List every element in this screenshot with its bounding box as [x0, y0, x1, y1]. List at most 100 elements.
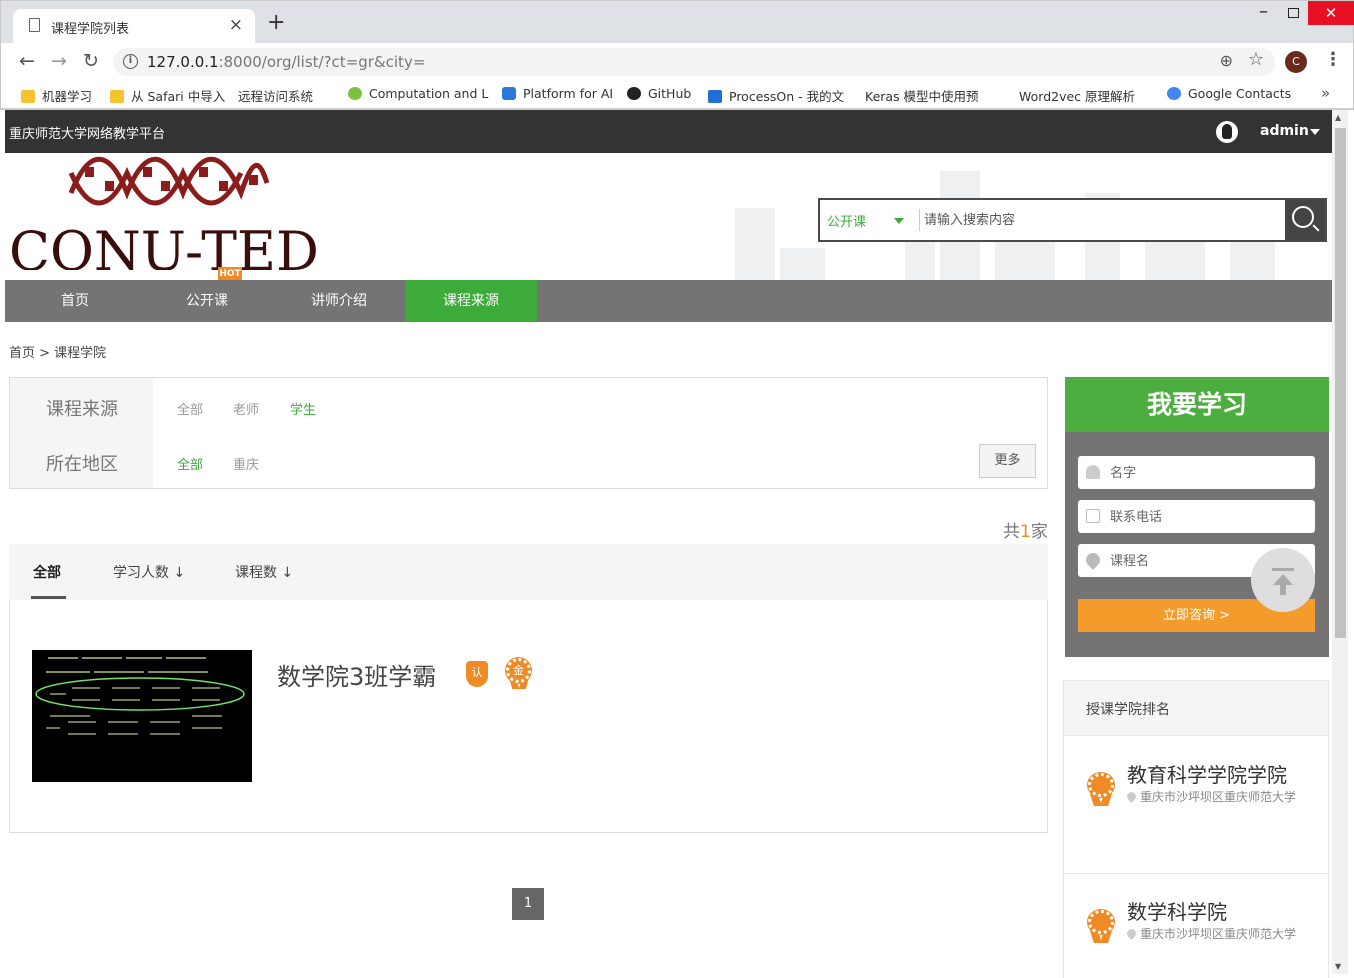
certified-badge-icon: 认: [466, 661, 488, 687]
sort-tab-courses[interactable]: 课程数 ↓: [235, 562, 293, 582]
bookmark-star-icon[interactable]: ☆: [1248, 49, 1264, 70]
bookmark-label: Word2vec 原理解析: [1019, 89, 1136, 104]
page-button-1[interactable]: 1: [512, 888, 544, 920]
page-icon: [29, 18, 40, 32]
active-tab-underline: [31, 596, 66, 599]
name-input[interactable]: [1110, 462, 1305, 484]
sort-tab-all[interactable]: 全部: [33, 562, 61, 582]
platform-name[interactable]: 重庆师范大学网络教学平台: [9, 123, 165, 142]
back-icon[interactable]: ←: [19, 51, 35, 71]
count-prefix: 共: [1003, 522, 1020, 542]
maximize-icon[interactable]: [1288, 8, 1299, 18]
cube-icon: [502, 87, 516, 100]
bookmark-label: 从 Safari 中导入: [131, 89, 226, 104]
filter-region-chongqing[interactable]: 重庆: [233, 454, 259, 473]
bookmark-item[interactable]: Google Contacts: [1167, 86, 1291, 101]
browser-tab[interactable]: 课程学院列表 ×: [13, 9, 255, 43]
page-scrollbar[interactable]: ▲ ▼: [1332, 110, 1348, 974]
main-nav: 首页 公开课 讲师介绍 课程来源: [5, 280, 1332, 322]
count-suffix: 家: [1030, 522, 1048, 542]
github-icon: [627, 87, 641, 100]
breadcrumb[interactable]: 首页 > 课程学院: [9, 342, 106, 361]
filter-labels: 课程来源 所在地区: [10, 378, 153, 488]
site-header: CQNU-TED HOT 公开课: [5, 153, 1332, 280]
search-input[interactable]: [924, 205, 1284, 235]
back-to-top-icon[interactable]: [1251, 548, 1315, 612]
bookmark-item[interactable]: ProcessOn - 我的文: [708, 86, 844, 105]
ranking-address-text: 重庆市沙坪坝区重庆师范大学: [1140, 790, 1297, 804]
filter-source-all[interactable]: 全部: [177, 399, 203, 418]
location-pin-icon: [1125, 790, 1138, 803]
bookmark-item[interactable]: 机器学习: [21, 86, 92, 105]
gold-badge-label: 金: [506, 658, 531, 683]
bookmark-label: Google Contacts: [1188, 86, 1292, 101]
bookmark-item[interactable]: Keras 模型中使用预: [865, 86, 979, 209]
menu-icon[interactable]: ⋮: [1324, 49, 1342, 70]
hot-badge: HOT: [218, 267, 242, 280]
learn-form-title: 我要学习: [1065, 377, 1329, 432]
close-window-icon[interactable]: ✕: [1308, 1, 1354, 25]
search-type-select[interactable]: 公开课: [827, 211, 866, 230]
ranking-college-name[interactable]: 数学科学院: [1127, 896, 1227, 925]
bookmark-item[interactable]: 从 Safari 中导入: [110, 86, 225, 105]
ranking-item[interactable]: 数学科学院 重庆市沙坪坝区重庆师范大学: [1064, 874, 1328, 978]
medal-icon: [1088, 910, 1114, 944]
scroll-up-icon[interactable]: ▲: [1335, 113, 1341, 122]
contacts-icon: [1167, 87, 1181, 100]
filter-region-all[interactable]: 全部: [177, 454, 203, 473]
zoom-icon[interactable]: ⊕: [1220, 51, 1233, 70]
profile-avatar[interactable]: C: [1285, 51, 1307, 73]
bookmark-item[interactable]: 远程访问系统: [238, 86, 313, 209]
dna-logo-graphic: CQNU-TED: [9, 157, 319, 270]
bookmark-item[interactable]: Platform for AI: [502, 86, 613, 101]
search-button[interactable]: [1285, 200, 1325, 240]
sort-bar: 全部 学习人数 ↓ 课程数 ↓: [9, 544, 1048, 600]
filter-label-source: 课程来源: [46, 399, 118, 420]
filter-source-teacher[interactable]: 老师: [233, 399, 259, 418]
nav-item-teachers[interactable]: 讲师介绍: [273, 280, 405, 322]
bookmark-label: Keras 模型中使用预: [865, 89, 979, 104]
info-icon[interactable]: i: [123, 54, 138, 69]
user-menu-caret-icon[interactable]: [1310, 129, 1320, 135]
browser-window: 课程学院列表 × + – ✕ ← → ↻ i 127.0.0.1:8000/or…: [0, 0, 1354, 209]
more-button[interactable]: 更多: [979, 444, 1036, 478]
name-field[interactable]: [1078, 456, 1315, 489]
username[interactable]: admin: [1260, 123, 1309, 139]
nav-item-home[interactable]: 首页: [9, 280, 141, 322]
bookmark-item[interactable]: Word2vec 原理解析: [1019, 86, 1136, 209]
sort-tab-learners[interactable]: 学习人数 ↓: [113, 562, 185, 582]
bookmark-item[interactable]: GitHub: [627, 86, 691, 101]
web-page: 重庆师范大学网络教学平台 admin CQNU-TED HOT 公开课 请输入搜…: [5, 110, 1332, 978]
new-tab-icon[interactable]: +: [267, 12, 285, 34]
bookmark-label: GitHub: [648, 86, 692, 101]
scroll-down-icon[interactable]: ▼: [1335, 962, 1341, 971]
phone-input[interactable]: [1110, 506, 1305, 528]
nav-item-public-courses[interactable]: 公开课: [141, 280, 273, 322]
more-bookmarks-icon[interactable]: »: [1321, 84, 1330, 102]
phone-field[interactable]: [1078, 500, 1315, 533]
folder-icon: [110, 90, 124, 103]
org-thumbnail[interactable]: [32, 650, 252, 782]
chevron-down-icon[interactable]: [894, 218, 904, 224]
nav-item-course-source[interactable]: 课程来源: [405, 280, 537, 322]
site-logo[interactable]: CQNU-TED: [9, 153, 319, 270]
browser-toolbar: ← → ↻ i 127.0.0.1:8000/org/list/?ct=gr&c…: [1, 43, 1353, 81]
scrollbar-thumb[interactable]: [1335, 128, 1346, 638]
count-number: 1: [1020, 522, 1031, 542]
reload-icon[interactable]: ↻: [83, 51, 99, 71]
ranking-college-name[interactable]: 教育科学学院学院: [1127, 759, 1287, 788]
close-tab-icon[interactable]: ×: [229, 15, 243, 35]
ranking-item[interactable]: 教育科学学院学院 重庆市沙坪坝区重庆师范大学: [1064, 737, 1328, 874]
minimize-icon[interactable]: –: [1259, 1, 1268, 22]
address-bar[interactable]: i 127.0.0.1:8000/org/list/?ct=gr&city= ⊕…: [113, 48, 1275, 76]
org-name[interactable]: 数学院3班学霸: [277, 657, 436, 692]
ranking-title: 授课学院排名: [1086, 702, 1170, 718]
user-icon[interactable]: [1216, 121, 1238, 143]
bookmark-item[interactable]: Computation and L: [348, 86, 488, 101]
logo-text: CQNU-TED: [9, 220, 319, 270]
filter-source-student[interactable]: 学生: [290, 399, 316, 418]
bookmark-label: ProcessOn - 我的文: [729, 89, 845, 104]
forward-icon[interactable]: →: [51, 51, 67, 71]
chalkboard-image: [35, 657, 245, 735]
search-icon: [1292, 206, 1314, 228]
